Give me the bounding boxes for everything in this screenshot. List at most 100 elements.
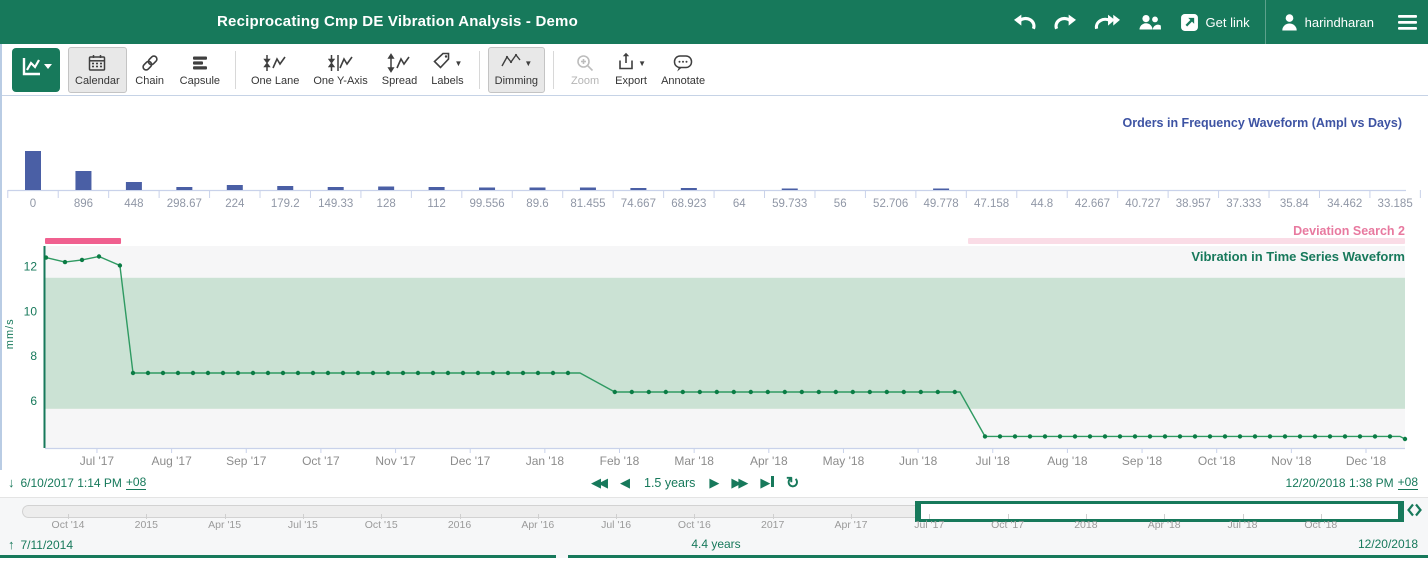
bar-category-label: 149.33 (318, 198, 353, 210)
one-y-axis-icon (328, 53, 354, 73)
toolbar-label: Annotate (661, 75, 705, 87)
chain-icon (140, 53, 160, 73)
display-range-end[interactable]: 12/20/2018 1:38 PM (1286, 476, 1394, 490)
month-label: Oct '18 (1198, 454, 1236, 468)
month-label: Nov '17 (375, 454, 416, 468)
expand-selection-icon[interactable] (1407, 502, 1422, 523)
zoom-icon (575, 53, 595, 73)
toolbar-button-one-y-axis[interactable]: One Y-Axis (306, 47, 374, 93)
step-forward-full-button[interactable]: ▶▶ (725, 472, 754, 494)
month-label: Feb '18 (600, 454, 640, 468)
frequency-bar[interactable] (277, 186, 293, 190)
month-label: Aug '18 (1047, 454, 1088, 468)
seeq-workbench: Reciprocating Cmp DE Vibration Analysis … (0, 0, 1428, 561)
frequency-bar-chart[interactable]: 0896448298.67224179.2149.3312811299.5568… (0, 100, 1428, 215)
auto-update-icon[interactable]: ↻ (780, 473, 805, 493)
y-tick-label: 8 (30, 349, 37, 363)
scrubber-label: 2016 (448, 519, 471, 531)
condition-capsule-deviation-low[interactable] (968, 238, 1405, 244)
toolbar-button-zoom: Zoom (562, 47, 608, 93)
display-range-start[interactable]: 6/10/2017 1:14 PM (21, 476, 122, 490)
y-tick-label: 6 (30, 394, 37, 408)
bar-category-label: 42.667 (1075, 198, 1110, 210)
collaborators-button[interactable] (1129, 0, 1171, 44)
month-label: Sep '17 (226, 454, 267, 468)
month-label: Sep '18 (1122, 454, 1163, 468)
frequency-bar[interactable] (126, 182, 142, 190)
toolbar-button-calendar[interactable]: Calendar (68, 47, 127, 93)
frequency-bar[interactable] (25, 151, 41, 190)
frequency-bar[interactable] (782, 189, 798, 191)
timeseries-chart[interactable]: Deviation Search 2Vibration in Time Seri… (0, 225, 1428, 471)
toolbar-button-one-lane[interactable]: One Lane (244, 47, 306, 93)
frequency-bar[interactable] (176, 187, 192, 190)
step-forward-half-button[interactable]: ▶ (703, 472, 725, 494)
bar-category-label: 37.333 (1226, 198, 1261, 210)
forward-history-button[interactable] (1085, 0, 1129, 44)
frequency-bar[interactable] (933, 189, 949, 191)
scrubber-label: Jul '17 (914, 519, 944, 531)
bar-category-label: 0 (30, 198, 36, 210)
step-to-now-button[interactable]: ▶ (754, 472, 780, 494)
step-back-half-button[interactable]: ◀ (614, 472, 636, 494)
bar-category-label: 47.158 (974, 198, 1009, 210)
caret-down-icon: ▼ (524, 59, 532, 68)
trend-view-dropdown[interactable] (12, 48, 60, 92)
users-icon (1138, 13, 1162, 31)
month-label: Jan '18 (526, 454, 565, 468)
scrubber-label: Jul '16 (601, 519, 631, 531)
frequency-bar[interactable] (429, 187, 445, 190)
toolbar-button-capsule[interactable]: Capsule (173, 47, 227, 93)
dimming-icon (500, 51, 522, 76)
bar-category-label: 448 (124, 198, 143, 210)
toolbar-button-annotate[interactable]: Annotate (654, 47, 712, 93)
display-duration[interactable]: 1.5 years (636, 476, 703, 490)
scrubber-label: Apr '18 (1148, 519, 1181, 531)
bar-category-label: 68.923 (671, 198, 706, 210)
frequency-bar[interactable] (227, 185, 243, 190)
month-label: Dec '17 (450, 454, 491, 468)
bar-category-label: 128 (377, 198, 396, 210)
tag-icon (432, 51, 452, 76)
toolbar-button-export[interactable]: ▼ Export (608, 47, 654, 93)
trend-chart-icon (19, 55, 53, 84)
month-label: Dec '18 (1346, 454, 1387, 468)
frequency-bar[interactable] (479, 188, 495, 191)
spread-icon (387, 53, 411, 73)
bar-category-label: 896 (74, 198, 93, 210)
scrubber-label: 2017 (761, 519, 784, 531)
frequency-bar[interactable] (75, 171, 91, 190)
bar-category-label: 59.733 (772, 198, 807, 210)
undo-button[interactable] (1005, 0, 1045, 44)
toolbar-button-labels[interactable]: ▼ Labels (424, 47, 470, 93)
frequency-bar[interactable] (681, 188, 697, 190)
scrubber-label: Apr '15 (208, 519, 241, 531)
toolbar-button-dimming[interactable]: ▼ Dimming (488, 47, 545, 93)
main-menu-button[interactable] (1383, 0, 1422, 44)
bottom-accent-line (568, 555, 1428, 558)
timezone-link[interactable]: +08 (126, 475, 146, 490)
step-back-full-button[interactable]: ◀◀ (585, 472, 614, 494)
frequency-bar[interactable] (530, 188, 546, 191)
toolbar-button-chain[interactable]: Chain (127, 47, 173, 93)
full-range-duration[interactable]: 4.4 years (691, 537, 740, 551)
condition-capsule-deviation-high[interactable] (45, 238, 121, 244)
frequency-bar[interactable] (328, 187, 344, 190)
frequency-bar[interactable] (580, 188, 596, 191)
redo-icon (1054, 14, 1076, 31)
full-range-end[interactable]: 12/20/2018 (1358, 537, 1418, 551)
redo-button[interactable] (1045, 0, 1085, 44)
frequency-bar[interactable] (630, 188, 646, 190)
capsule-lanes-icon (190, 53, 210, 73)
scrubber-label: Oct '15 (365, 519, 398, 531)
bar-category-label: 56 (834, 198, 847, 210)
toolbar-button-spread[interactable]: Spread (375, 47, 424, 93)
toolbar-label: Labels (431, 75, 463, 87)
full-range-start[interactable]: 7/11/2014 (21, 538, 74, 552)
user-menu[interactable]: harindharan (1272, 0, 1383, 44)
header-bar: Reciprocating Cmp DE Vibration Analysis … (0, 0, 1428, 44)
scrubber-label: Apr '17 (835, 519, 868, 531)
timezone-link[interactable]: +08 (1398, 475, 1418, 490)
frequency-bar[interactable] (378, 187, 394, 191)
get-link-button[interactable]: Get link (1171, 0, 1259, 44)
